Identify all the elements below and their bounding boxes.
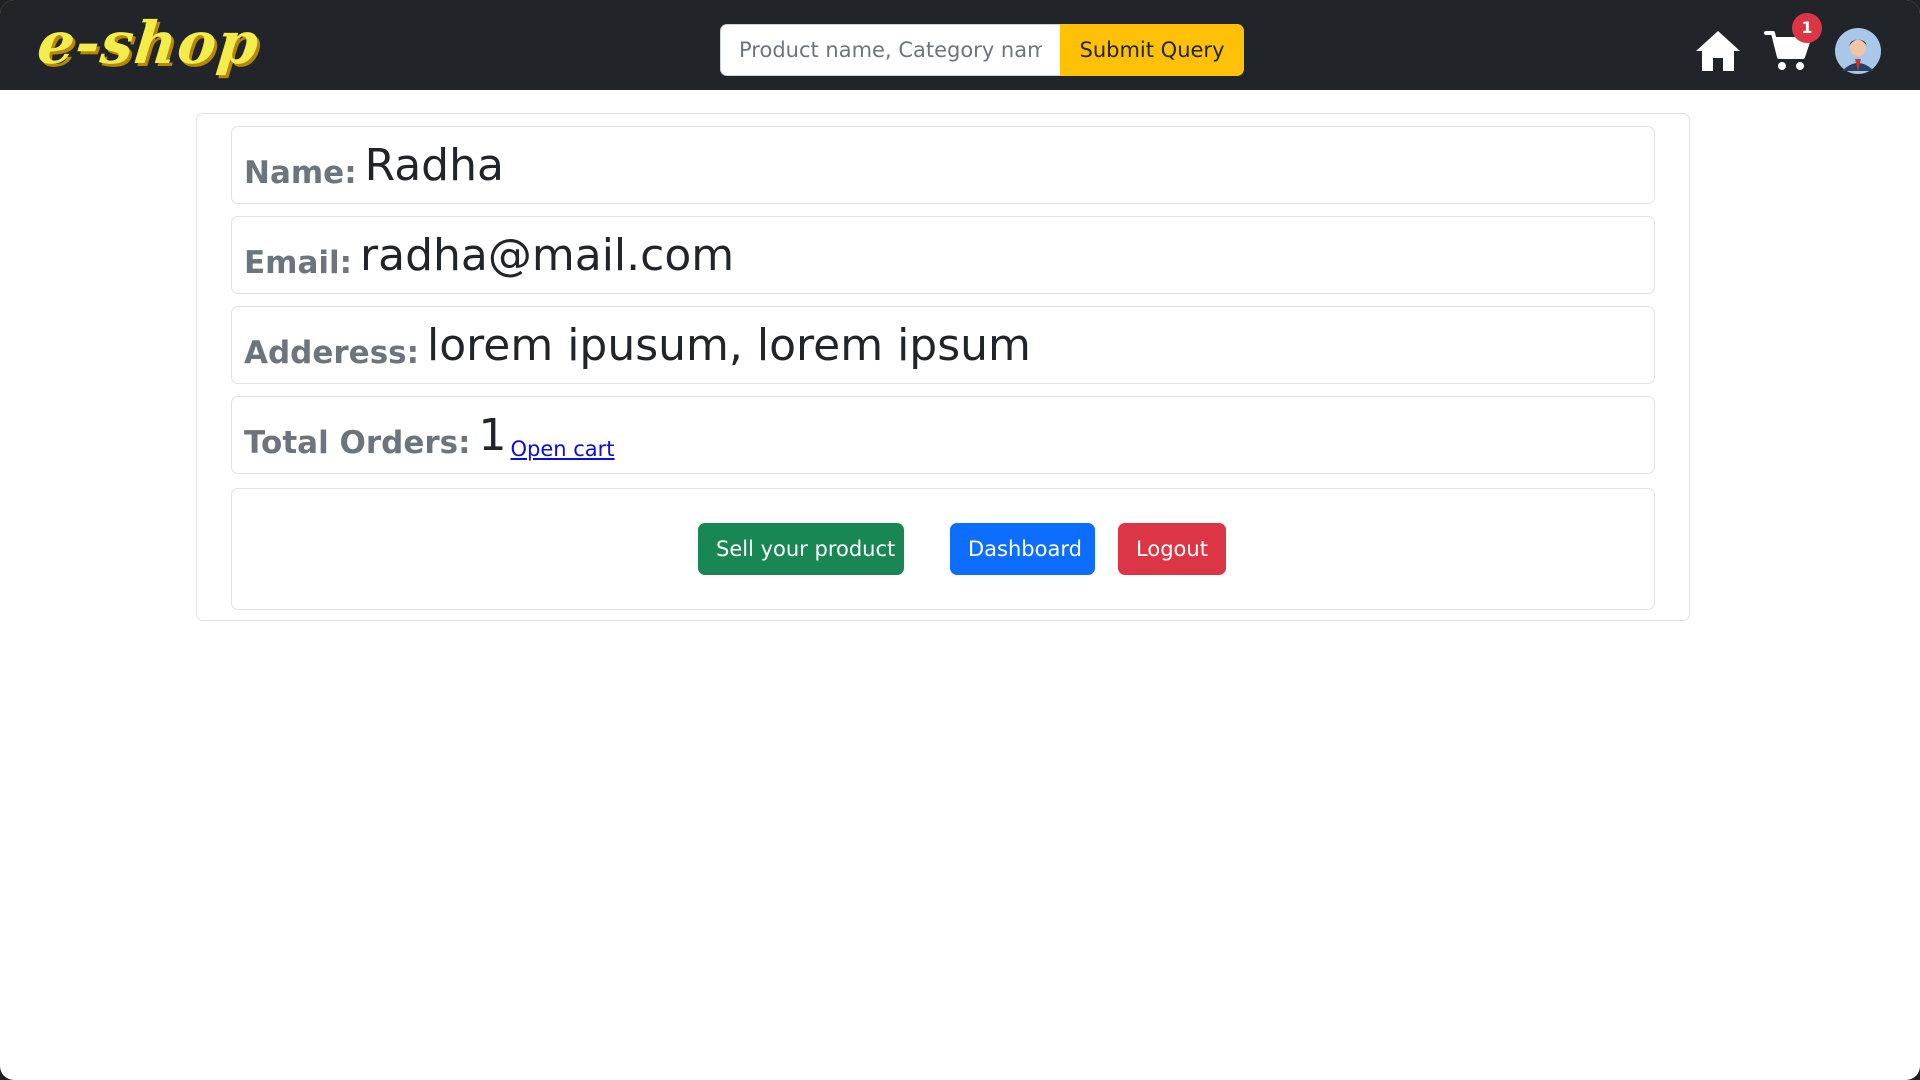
open-cart-link[interactable]: Open cart <box>510 435 614 463</box>
email-label: Email: <box>244 245 353 281</box>
email-value: radha@mail.com <box>360 230 735 281</box>
search-submit-button[interactable]: Submit Query <box>1060 24 1244 76</box>
orders-row: Total Orders: 1 Open cart <box>231 396 1655 474</box>
actions-row: Sell your product Dashboard Logout <box>231 488 1655 610</box>
email-row: Email: radha@mail.com <box>231 216 1655 294</box>
page: e-shop Submit Query 1 <box>0 0 1920 1080</box>
name-label: Name: <box>244 155 357 191</box>
dashboard-button[interactable]: Dashboard <box>950 523 1095 575</box>
name-value: Radha <box>364 140 504 191</box>
address-label: Adderess: <box>244 335 420 371</box>
orders-value: 1 <box>478 410 507 461</box>
avatar[interactable] <box>1834 27 1882 75</box>
avatar-icon <box>1835 28 1881 74</box>
address-value: lorem ipusum, lorem ipsum <box>427 320 1031 371</box>
orders-label: Total Orders: <box>244 425 471 461</box>
cart-count-badge: 1 <box>1792 13 1822 43</box>
name-row: Name: Radha <box>231 126 1655 204</box>
nav-icons: 1 <box>1694 13 1882 78</box>
sell-product-button[interactable]: Sell your product <box>698 523 904 575</box>
profile-card: Name: Radha Email: radha@mail.com Addere… <box>196 113 1690 621</box>
search-form: Submit Query <box>720 24 1244 76</box>
address-row: Adderess: lorem ipusum, lorem ipsum <box>231 306 1655 384</box>
logout-button[interactable]: Logout <box>1118 523 1226 575</box>
navbar: e-shop Submit Query 1 <box>0 0 1920 90</box>
search-input[interactable] <box>720 24 1060 76</box>
cart-button[interactable]: 1 <box>1764 13 1822 75</box>
home-icon[interactable] <box>1694 27 1742 75</box>
brand-logo[interactable]: e-shop <box>34 8 262 78</box>
